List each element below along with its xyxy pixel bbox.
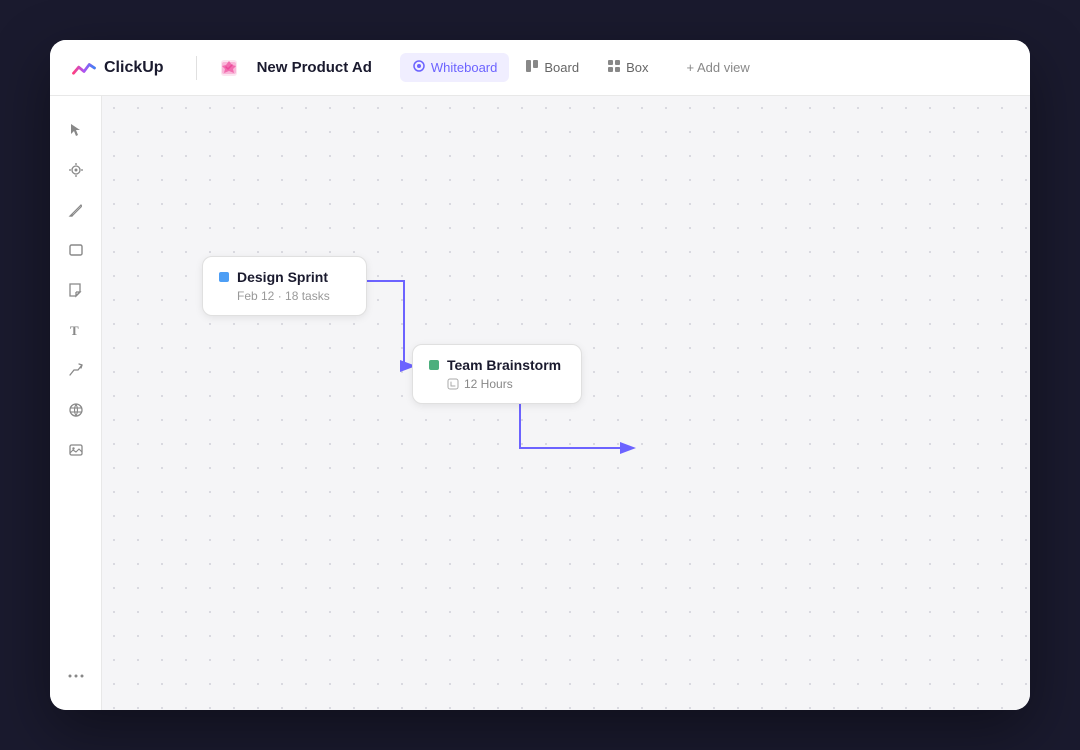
box-tab-icon <box>607 59 621 76</box>
card-team-brainstorm[interactable]: Team Brainstorm 12 Hours <box>412 344 582 404</box>
project-title: New Product Ad <box>257 59 372 76</box>
card-design-sprint-title: Design Sprint <box>237 269 328 285</box>
left-toolbar: T <box>50 96 102 710</box>
card-team-brainstorm-hours: 12 Hours <box>464 377 513 391</box>
svg-text:T: T <box>70 323 79 338</box>
logo: ClickUp <box>70 54 164 82</box>
tool-magic[interactable] <box>58 152 94 188</box>
add-view-button[interactable]: + Add view <box>676 54 759 81</box>
board-tab-label: Board <box>544 60 579 75</box>
tool-globe[interactable] <box>58 392 94 428</box>
app-window: ClickUp New Product Ad Whit <box>50 40 1030 710</box>
whiteboard-canvas[interactable]: Design Sprint Feb 12 · 18 tasks Team Bra… <box>102 96 1030 710</box>
clickup-logo-icon <box>70 54 98 82</box>
logo-text: ClickUp <box>104 59 164 77</box>
tool-connector[interactable] <box>58 352 94 388</box>
tool-more[interactable] <box>58 658 94 694</box>
tool-pen[interactable] <box>58 192 94 228</box>
tab-box[interactable]: Box <box>595 53 660 82</box>
tab-board[interactable]: Board <box>513 53 591 82</box>
header: ClickUp New Product Ad Whit <box>50 40 1030 96</box>
card-team-brainstorm-dot <box>429 360 439 370</box>
whiteboard-tab-icon <box>412 59 426 76</box>
card-team-brainstorm-header: Team Brainstorm <box>429 357 565 373</box>
tool-sticky[interactable] <box>58 272 94 308</box>
card-team-brainstorm-sub: 12 Hours <box>429 377 565 391</box>
card-design-sprint-header: Design Sprint <box>219 269 350 285</box>
card-team-brainstorm-title: Team Brainstorm <box>447 357 561 373</box>
nav-tabs: Whiteboard Board <box>400 53 661 82</box>
tool-image[interactable] <box>58 432 94 468</box>
tool-text[interactable]: T <box>58 312 94 348</box>
board-tab-icon <box>525 59 539 76</box>
project-icon <box>217 56 241 80</box>
card-design-sprint-meta: Feb 12 · 18 tasks <box>219 289 350 303</box>
clock-icon <box>447 378 459 390</box>
card-design-sprint-dot <box>219 272 229 282</box>
whiteboard-tab-label: Whiteboard <box>431 60 497 75</box>
header-divider <box>196 56 197 80</box>
tab-whiteboard[interactable]: Whiteboard <box>400 53 509 82</box>
tool-cursor[interactable] <box>58 112 94 148</box>
main-area: T <box>50 96 1030 710</box>
card-design-sprint[interactable]: Design Sprint Feb 12 · 18 tasks <box>202 256 367 316</box>
box-tab-label: Box <box>626 60 648 75</box>
add-view-label: + Add view <box>686 60 749 75</box>
tool-rectangle[interactable] <box>58 232 94 268</box>
